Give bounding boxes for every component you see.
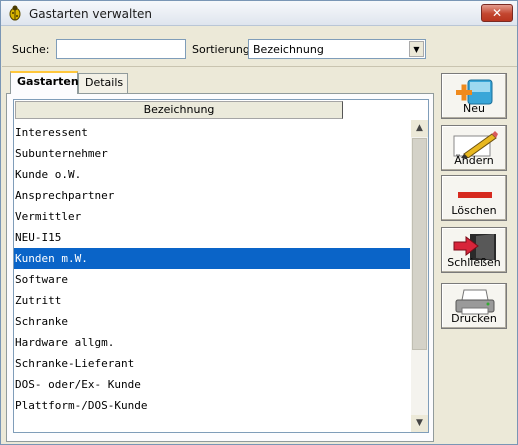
aendern-label: Ändern [454, 154, 494, 167]
list-item[interactable]: Plattform-/DOS-Kunde [14, 395, 410, 416]
list-rows: Interessent Subunternehmer Kunde o.W. An… [14, 122, 410, 416]
client-area: Suche: Sortierung: Bezeichnung ▼ Gastart… [2, 27, 517, 444]
list-item[interactable]: DOS- oder/Ex- Kunde [14, 374, 410, 395]
column-header-bezeichnung[interactable]: Bezeichnung [15, 101, 343, 119]
scroll-down-icon[interactable]: ▼ [411, 415, 428, 432]
list-item[interactable]: Interessent [14, 122, 410, 143]
tab-details[interactable]: Details [78, 73, 128, 93]
list-item[interactable]: Schranke-Lieferant [14, 353, 410, 374]
tab-panel: Bezeichnung Interessent Subunternehmer K… [6, 93, 434, 442]
schliessen-button[interactable]: Schließen [441, 227, 507, 273]
chevron-down-icon[interactable]: ▼ [409, 41, 424, 57]
drucken-label: Drucken [451, 312, 497, 325]
search-input[interactable] [56, 39, 186, 59]
list-item[interactable]: NEU-I15 [14, 227, 410, 248]
loeschen-button[interactable]: Löschen [441, 175, 507, 221]
list-item[interactable]: Hardware allgm. [14, 332, 410, 353]
search-label: Suche: [12, 43, 50, 56]
list-item-selected[interactable]: Kunden m.W. [14, 248, 410, 269]
neu-label: Neu [463, 102, 485, 115]
tab-gastarten[interactable]: Gastarten [10, 71, 79, 94]
gastarten-window: Gastarten verwalten ✕ Suche: Sortierung:… [0, 0, 518, 445]
drucken-button[interactable]: Drucken [441, 283, 507, 329]
schliessen-label: Schließen [447, 256, 501, 269]
sort-selected-value: Bezeichnung [253, 43, 324, 56]
filter-bar: Suche: Sortierung: Bezeichnung ▼ [2, 27, 517, 67]
sort-label: Sortierung: [192, 43, 254, 56]
loeschen-label: Löschen [451, 204, 497, 217]
list-item[interactable]: Software [14, 269, 410, 290]
list-item[interactable]: Kunde o.W. [14, 164, 410, 185]
list-item[interactable]: Ansprechpartner [14, 185, 410, 206]
bug-icon [7, 5, 23, 21]
scroll-up-icon[interactable]: ▲ [411, 120, 428, 137]
close-button[interactable]: ✕ [481, 4, 513, 22]
gastarten-list[interactable]: Bezeichnung Interessent Subunternehmer K… [13, 99, 429, 433]
aendern-button[interactable]: Ändern [441, 125, 507, 171]
close-icon: ✕ [491, 6, 503, 20]
vertical-scrollbar[interactable]: ▲ ▼ [411, 120, 428, 432]
tab-strip: Gastarten Details [2, 71, 442, 94]
title-bar: Gastarten verwalten ✕ [1, 1, 517, 26]
list-item[interactable]: Subunternehmer [14, 143, 410, 164]
list-item[interactable]: Vermittler [14, 206, 410, 227]
window-title: Gastarten verwalten [29, 7, 153, 21]
sort-dropdown[interactable]: Bezeichnung ▼ [248, 39, 426, 59]
scrollbar-thumb[interactable] [412, 138, 427, 350]
list-item[interactable]: Zutritt [14, 290, 410, 311]
neu-button[interactable]: Neu [441, 73, 507, 119]
list-item[interactable]: Schranke [14, 311, 410, 332]
